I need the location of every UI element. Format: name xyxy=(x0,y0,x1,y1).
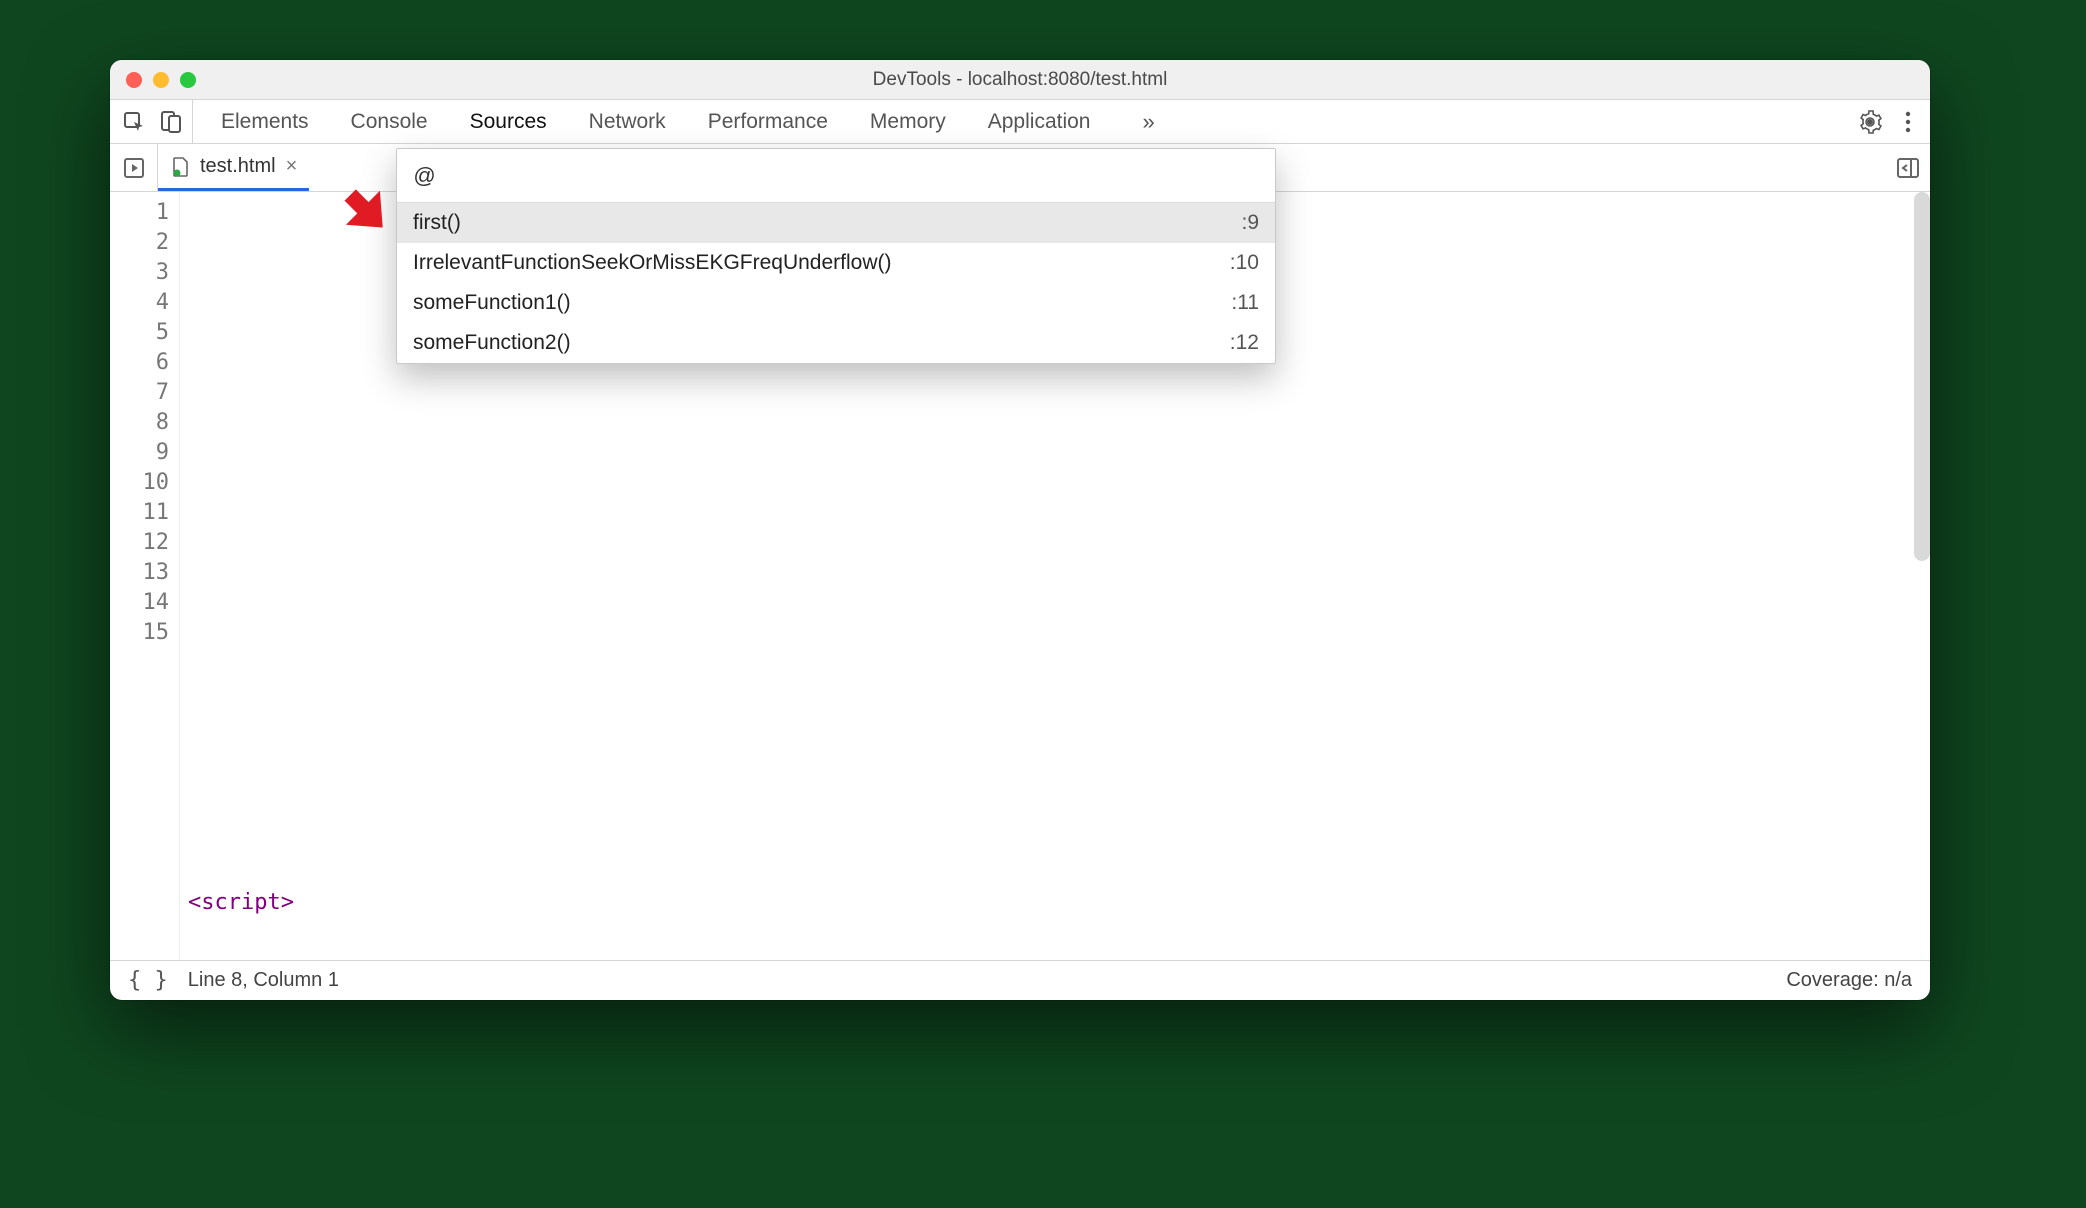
pretty-print-icon[interactable]: { } xyxy=(128,968,168,993)
file-icon xyxy=(172,157,190,175)
window-titlebar: DevTools - localhost:8080/test.html xyxy=(110,60,1930,100)
command-menu-item[interactable]: someFunction1() :11 xyxy=(397,283,1275,323)
status-bar: { } Line 8, Column 1 Coverage: n/a xyxy=(110,960,1930,1000)
close-icon[interactable]: × xyxy=(286,155,298,178)
tab-network[interactable]: Network xyxy=(589,100,666,143)
line-number: 8 xyxy=(110,408,169,438)
line-number: 10 xyxy=(110,468,169,498)
tab-elements[interactable]: Elements xyxy=(221,100,309,143)
command-menu-list: first() :9 IrrelevantFunctionSeekOrMissE… xyxy=(397,203,1275,363)
tab-label: Memory xyxy=(870,110,946,134)
devtools-window: DevTools - localhost:8080/test.html Elem… xyxy=(110,60,1930,1000)
line-number: 6 xyxy=(110,348,169,378)
command-menu-item-label: IrrelevantFunctionSeekOrMissEKGFreqUnder… xyxy=(413,251,892,275)
command-menu-item-line: :9 xyxy=(1241,211,1259,235)
line-number: 5 xyxy=(110,318,169,348)
tab-application[interactable]: Application xyxy=(988,100,1091,143)
command-menu-item-label: someFunction2() xyxy=(413,331,571,355)
command-menu-input[interactable] xyxy=(397,149,1275,203)
command-menu-item[interactable]: IrrelevantFunctionSeekOrMissEKGFreqUnder… xyxy=(397,243,1275,283)
chevron-right-double-icon: » xyxy=(1142,109,1154,134)
code-token: <script> xyxy=(188,890,294,915)
debugger-step-icon[interactable] xyxy=(110,144,158,191)
command-menu-item[interactable]: someFunction2() :12 xyxy=(397,323,1275,363)
line-number: 14 xyxy=(110,588,169,618)
line-number: 9 xyxy=(110,438,169,468)
command-menu: first() :9 IrrelevantFunctionSeekOrMissE… xyxy=(396,148,1276,364)
line-number: 11 xyxy=(110,498,169,528)
tab-label: Sources xyxy=(470,110,547,134)
panel-tabs-bar: Elements Console Sources Network Perform… xyxy=(110,100,1930,144)
line-number: 15 xyxy=(110,618,169,648)
tab-label: Performance xyxy=(708,110,828,134)
panel-tabs: Elements Console Sources Network Perform… xyxy=(193,100,1858,143)
tab-memory[interactable]: Memory xyxy=(870,100,946,143)
line-number: 7 xyxy=(110,378,169,408)
coverage-status: Coverage: n/a xyxy=(1786,969,1912,992)
toggle-sidebar-icon[interactable] xyxy=(1896,144,1920,191)
settings-button[interactable] xyxy=(1858,110,1882,134)
command-menu-item[interactable]: first() :9 xyxy=(397,203,1275,243)
kebab-menu-icon[interactable] xyxy=(1904,110,1912,134)
tab-label: Application xyxy=(988,110,1091,134)
cursor-position: Line 8, Column 1 xyxy=(188,969,339,992)
line-number: 12 xyxy=(110,528,169,558)
tab-console[interactable]: Console xyxy=(351,100,428,143)
toggle-device-icon[interactable] xyxy=(160,110,182,134)
tab-label: Console xyxy=(351,110,428,134)
line-number: 2 xyxy=(110,228,169,258)
line-number: 1 xyxy=(110,198,169,228)
inspect-element-icon[interactable] xyxy=(122,110,146,134)
command-menu-item-label: first() xyxy=(413,211,461,235)
tab-performance[interactable]: Performance xyxy=(708,100,828,143)
tab-label: Network xyxy=(589,110,666,134)
line-number: 3 xyxy=(110,258,169,288)
inspect-tools xyxy=(118,100,193,143)
vertical-scrollbar[interactable] xyxy=(1914,192,1930,561)
toolbar-right xyxy=(1858,110,1922,134)
file-tab-label: test.html xyxy=(200,155,276,178)
tab-label: Elements xyxy=(221,110,309,134)
window-title: DevTools - localhost:8080/test.html xyxy=(110,69,1930,91)
file-tab-test-html[interactable]: test.html × xyxy=(158,144,309,191)
line-number-gutter: 1 2 3 4 5 6 7 8 9 10 11 12 13 14 15 xyxy=(110,192,180,960)
command-menu-item-line: :11 xyxy=(1231,291,1259,315)
tab-sources[interactable]: Sources xyxy=(470,100,547,143)
command-menu-item-line: :12 xyxy=(1230,331,1259,355)
line-number: 4 xyxy=(110,288,169,318)
line-number: 13 xyxy=(110,558,169,588)
tabs-overflow-button[interactable]: » xyxy=(1132,109,1164,135)
command-menu-item-line: :10 xyxy=(1230,251,1259,275)
command-menu-item-label: someFunction1() xyxy=(413,291,571,315)
